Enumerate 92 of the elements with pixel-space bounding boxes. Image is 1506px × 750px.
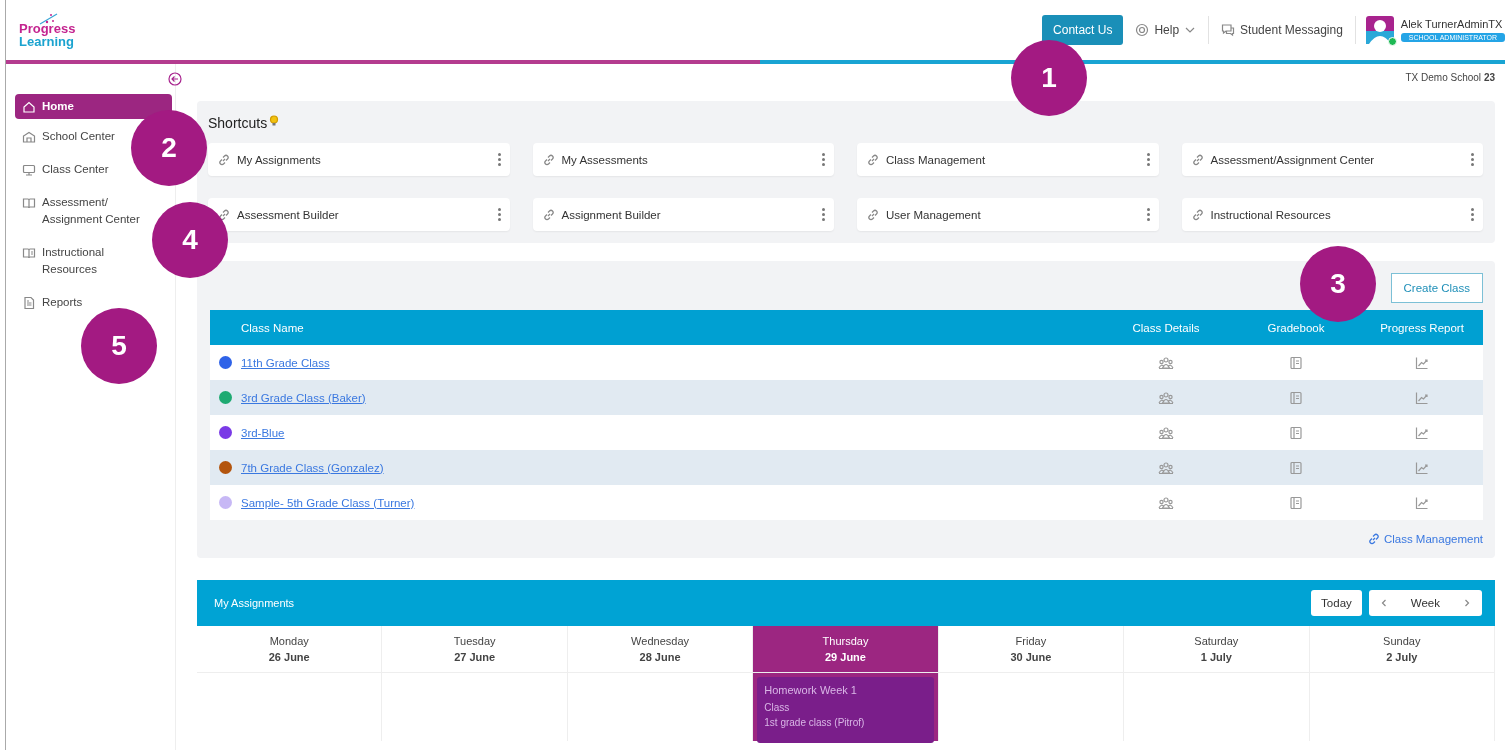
ledger-icon [1289,460,1303,475]
kebab-menu-icon[interactable] [821,152,826,167]
logo-text: Progress [19,22,76,35]
shortcut-card[interactable]: User Management [857,198,1159,231]
sidebar-item[interactable]: Class Center [15,154,109,185]
week-navigator[interactable]: Week [1368,590,1482,616]
class-name-link[interactable]: 3rd Grade Class (Baker) [241,391,366,404]
step-number-badge: 4 [152,202,228,278]
day-header[interactable]: Wednesday 28 June [567,626,753,673]
class-name-link[interactable]: 3rd-Blue [241,426,285,439]
line-chart-icon [1415,390,1429,405]
link-icon [866,207,880,222]
step-number-badge: 2 [131,110,207,186]
help-menu[interactable]: Help [1133,21,1199,39]
link-icon [541,207,556,222]
class-name-link[interactable]: Sample- 5th Grade Class (Turner) [241,496,415,509]
day-header[interactable]: Thursday 29 June [753,626,938,673]
kebab-menu-icon[interactable] [1470,207,1475,222]
lightbulb-icon [269,115,280,127]
today-button[interactable]: Today [1311,590,1362,616]
sidebar-item[interactable]: Instructional Resources [15,237,104,285]
shortcut-card[interactable]: Class Management [857,143,1159,176]
kebab-menu-icon[interactable] [1145,152,1151,167]
link-icon [866,152,880,167]
kebab-menu-icon[interactable] [496,152,502,167]
contact-us-button[interactable]: Contact Us [1042,15,1124,45]
link-icon [1190,152,1205,167]
lifebuoy-icon [1135,23,1150,37]
people-icon [1158,495,1174,510]
shortcut-card[interactable]: My Assignments [208,143,510,176]
class-name-link[interactable]: 11th Grade Class [241,356,330,369]
class-name-link[interactable]: 7th Grade Class (Gonzalez) [241,461,384,474]
document-icon [22,296,36,310]
line-chart-icon [1415,495,1429,510]
ledger-icon [1289,425,1303,440]
ledger-icon [1289,495,1303,510]
shortcut-card[interactable]: Instructional Resources [1181,198,1483,231]
chevron-right-icon [1462,598,1472,608]
online-status-dot [1387,37,1397,46]
ledger-icon [1289,355,1303,370]
sidebar-item[interactable]: Home [15,94,172,119]
sidebar-item[interactable]: Assessment/ Assignment Center [15,187,140,235]
school-name: TX Demo School 23 [1405,72,1495,83]
user-name: Alek TurnerAdminTX [1400,18,1504,30]
link-icon [1366,532,1381,546]
day-header[interactable]: Saturday 1 July [1124,626,1309,673]
people-icon [1158,355,1174,370]
column-header: Class Name [240,321,305,334]
people-icon [1158,425,1174,440]
section-title: Shortcuts [208,115,268,131]
day-header[interactable]: Friday 30 June [938,626,1124,673]
column-header: Class Details [1131,321,1201,334]
line-chart-icon [1415,425,1429,440]
link-icon [541,152,556,167]
create-class-button[interactable]: Create Class [1390,273,1483,303]
kebab-menu-icon[interactable] [496,207,502,222]
link-icon [217,152,231,167]
shortcut-card[interactable]: Assignment Builder [532,198,834,231]
line-chart-icon [1415,355,1429,370]
sidebar-item[interactable]: Reports [15,287,83,318]
avatar-silhouette [1365,16,1394,44]
column-header: Progress Report [1379,321,1465,334]
book-icon [22,246,36,260]
day-header[interactable]: Tuesday 27 June [382,626,567,673]
assignment-event[interactable]: Homework Week 1 Class 1st grade class (Pitrof) [757,677,934,743]
kebab-menu-icon[interactable] [1470,152,1475,167]
column-header: Gradebook [1266,321,1326,334]
collapse-arrow-icon [168,72,182,86]
shortcut-card[interactable]: Assessment Builder [208,198,510,231]
chat-icon [1221,23,1236,37]
logo-text: Learning [19,35,74,48]
day-header[interactable]: Sunday 2 July [1309,626,1494,673]
student-messaging-link[interactable]: Student Messaging [1219,21,1345,39]
home-icon [22,100,36,114]
link-icon [217,207,231,222]
line-chart-icon [1415,460,1429,475]
building-icon [22,130,36,144]
shortcut-card[interactable]: Assessment/Assignment Center [1181,143,1483,176]
day-header[interactable]: Monday 26 June [197,626,382,673]
monitor-icon [22,163,36,177]
link-icon [1190,207,1205,222]
class-management-link[interactable]: Class Management [1366,532,1483,546]
people-icon [1158,460,1174,475]
book-icon [22,196,36,210]
kebab-menu-icon[interactable] [1145,207,1151,222]
kebab-menu-icon[interactable] [821,207,826,222]
ledger-icon [1289,390,1303,405]
people-icon [1158,390,1174,405]
shortcut-card[interactable]: My Assessments [532,143,834,176]
sidebar-item[interactable]: School Center [15,121,115,152]
calendar-title: My Assignments [214,597,295,609]
step-number-badge: 5 [81,308,157,384]
